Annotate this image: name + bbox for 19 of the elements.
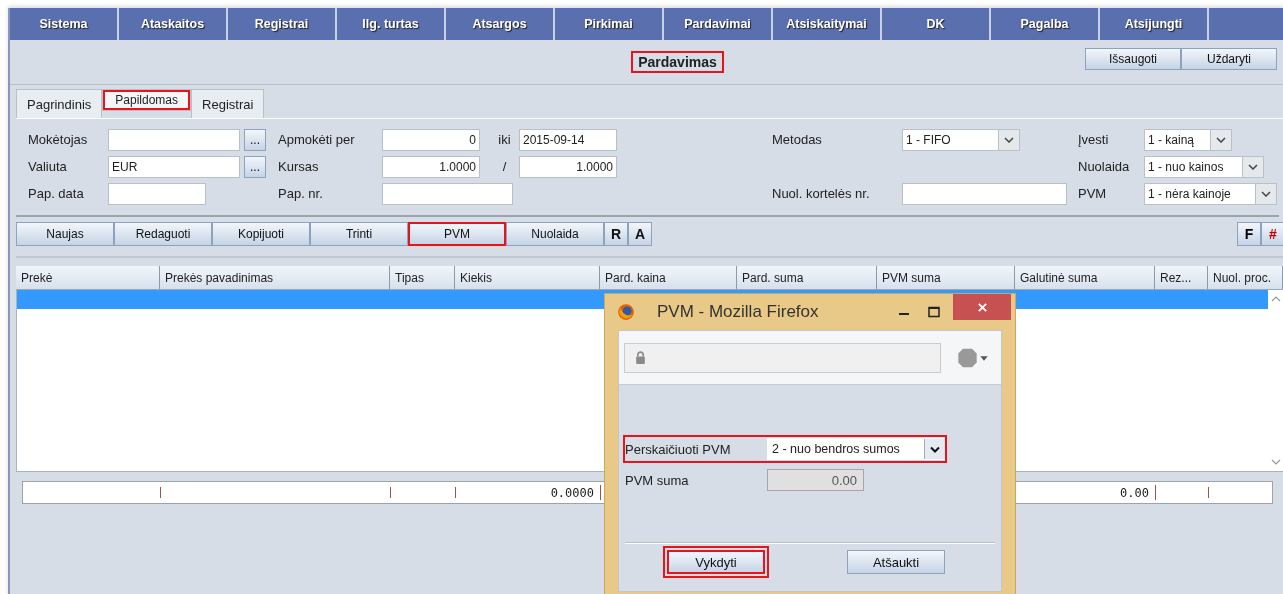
readonly-field: 0.00 <box>767 469 864 491</box>
field-label: Įvesti <box>1078 132 1110 147</box>
field-label: Mokėtojas <box>28 132 89 147</box>
field-label: Nuolaida <box>1078 159 1131 174</box>
field-label: iki <box>497 132 512 147</box>
page-title: Pardavimas <box>631 51 724 73</box>
field-label: PVM <box>1078 186 1108 201</box>
window-title: PVM - Mozilla Firefox <box>657 302 820 322</box>
field-label: PVM suma <box>625 472 690 488</box>
field-label: Nuol. kortelės nr. <box>772 186 871 201</box>
field-label: Perskaičiuoti PVM <box>625 441 732 457</box>
field-label: Kursas <box>278 159 320 174</box>
field-label: Valiuta <box>28 159 68 174</box>
field-label: Apmokėti per <box>278 132 356 147</box>
separator-label: / <box>501 159 508 174</box>
field-label: Metodas <box>772 132 823 147</box>
field-label: Pap. nr. <box>278 186 324 201</box>
total-value: 0.0000 <box>456 485 601 500</box>
field-label: Pap. data <box>28 186 85 201</box>
